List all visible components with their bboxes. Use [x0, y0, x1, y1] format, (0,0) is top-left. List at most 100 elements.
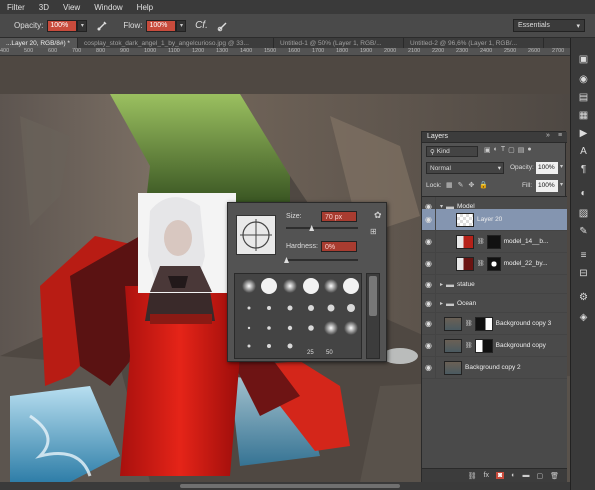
trash-icon[interactable]: 🗑: [550, 472, 559, 480]
info-icon[interactable]: ▤: [576, 90, 591, 105]
collapse-arrow-icon[interactable]: ▸: [440, 281, 443, 288]
filter-kind-label: Kind: [436, 148, 450, 155]
adjustment-filter-icon[interactable]: ◐: [494, 146, 498, 157]
airbrush-icon[interactable]: Cf.: [194, 19, 208, 33]
fill-field[interactable]: 100%: [536, 180, 558, 192]
fill-dropdown-icon[interactable]: ▾: [560, 181, 563, 188]
opacity-field[interactable]: 100%: [47, 19, 78, 32]
visibility-eye-icon[interactable]: ◉: [422, 253, 436, 274]
preset-scrollbar[interactable]: [366, 273, 380, 359]
paths-icon[interactable]: ≡: [576, 248, 591, 263]
lock-pixels-icon[interactable]: ✎: [458, 181, 464, 189]
tab-layer20[interactable]: ...Layer 20, RGB/8#) *: [0, 38, 78, 48]
play-actions-icon[interactable]: ▶: [576, 126, 591, 141]
layer-row-model22[interactable]: ◉ ⛓ model_22_by...: [422, 253, 567, 275]
tab-cosplay[interactable]: cosplay_stok_dark_angel_1_by_angelcurios…: [78, 38, 274, 48]
collapse-icon[interactable]: »: [546, 132, 550, 139]
visibility-eye-icon[interactable]: ◉: [422, 209, 436, 230]
pressure-opacity-icon[interactable]: [95, 19, 109, 33]
layer-row-bgcopy3[interactable]: ◉ ⛓ Background copy 3: [422, 313, 567, 335]
tool-presets-icon[interactable]: ⊟: [576, 266, 591, 281]
size-slider-track[interactable]: [286, 227, 358, 229]
layer-row-bgcopy[interactable]: ◉ ⛓ Background copy: [422, 335, 567, 357]
layer-row-bgcopy2[interactable]: ◉ Background copy 2: [422, 357, 567, 379]
styles-icon[interactable]: ✎: [576, 224, 591, 239]
menu-help[interactable]: Help: [130, 3, 160, 12]
clone-source-icon[interactable]: ⚙: [576, 290, 591, 305]
ruler-tick-label: 1500: [264, 48, 277, 54]
opacity-dropdown-icon[interactable]: ▾: [77, 19, 88, 32]
layer-thumbnail: [444, 316, 462, 331]
brush-presets-icon[interactable]: ▦: [576, 108, 591, 123]
scrollbar-thumb[interactable]: [180, 484, 400, 488]
layers-panel-icon[interactable]: ◈: [576, 310, 591, 325]
panel-menu-icon[interactable]: ≡: [558, 132, 562, 139]
shape-filter-icon[interactable]: ▢: [508, 146, 515, 157]
lock-position-icon[interactable]: ✥: [469, 181, 475, 189]
pixel-filter-icon[interactable]: ▣: [484, 146, 491, 157]
brush-preset-grid: 25 50: [234, 273, 362, 359]
hardness-field[interactable]: 0%: [321, 241, 357, 252]
ruler-tick-label: 1900: [360, 48, 373, 54]
visibility-eye-icon[interactable]: ◉: [422, 335, 436, 356]
layer-name: Layer 20: [477, 216, 503, 223]
new-layer-icon[interactable]: ▢: [536, 472, 543, 480]
new-group-icon[interactable]: ▬: [522, 472, 529, 479]
link-layers-icon[interactable]: ⛓: [468, 472, 477, 480]
layer-group-statue[interactable]: ◉ ▸ ▬ statue: [422, 275, 567, 294]
ruler-tick-label: 900: [120, 48, 130, 54]
menu-view[interactable]: View: [56, 3, 87, 12]
visibility-eye-icon[interactable]: ◉: [422, 313, 436, 334]
lock-transparency-icon[interactable]: ▦: [446, 181, 453, 189]
tab-untitled-2[interactable]: Untitled-2 @ 96,6% (Layer 1, RGB/...: [404, 38, 544, 48]
adjustment-layer-icon[interactable]: ◐: [511, 472, 515, 479]
brush-presets[interactable]: [235, 274, 363, 360]
flow-dropdown-icon[interactable]: ▾: [176, 19, 187, 32]
type-filter-icon[interactable]: T: [501, 146, 505, 157]
link-icon: ⛓: [477, 261, 485, 267]
new-preset-icon[interactable]: ⊞: [370, 227, 377, 236]
visibility-eye-icon[interactable]: ◉: [422, 231, 436, 252]
horizontal-scrollbar[interactable]: [0, 482, 570, 490]
layer-list: ◉ ▾ ▬ Model ◉ Layer 20 ◉ ⛓ model_14__b..…: [422, 196, 567, 476]
filter-kind-select[interactable]: ⚲ Kind: [426, 146, 478, 157]
pressure-size-icon[interactable]: [216, 19, 230, 33]
ruler-tick-label: 1800: [336, 48, 349, 54]
visibility-eye-icon[interactable]: ◉: [422, 294, 436, 312]
tab-untitled-1[interactable]: Untitled-1 @ 50% (Layer 1, RGB/...: [274, 38, 404, 48]
gear-icon[interactable]: ✿: [374, 210, 382, 221]
visibility-eye-icon[interactable]: ◉: [422, 275, 436, 293]
opacity-dropdown-icon[interactable]: ▾: [560, 163, 563, 170]
add-mask-icon[interactable]: ◙: [496, 472, 505, 479]
filter-toggle-icon[interactable]: ●: [527, 146, 531, 157]
brush-size-field[interactable]: 70 px: [321, 211, 357, 222]
character-icon[interactable]: A: [576, 144, 591, 159]
layers-tab[interactable]: Layers: [427, 133, 448, 140]
ruler-tick-label: 2000: [384, 48, 397, 54]
layer-group-ocean[interactable]: ◉ ▸ ▬ Ocean: [422, 294, 567, 313]
ruler-tick-label: 1000: [144, 48, 157, 54]
adjustments-icon[interactable]: ◐: [576, 186, 591, 201]
lock-all-icon[interactable]: 🔒: [479, 181, 488, 189]
smartobject-filter-icon[interactable]: ▤: [518, 146, 525, 157]
workspace-switcher[interactable]: Essentials ▾: [513, 19, 585, 32]
hardness-slider-track[interactable]: [286, 259, 358, 261]
menu-window[interactable]: Window: [87, 3, 129, 12]
layer-row-layer20[interactable]: ◉ Layer 20: [422, 209, 567, 231]
menu-filter[interactable]: Filter: [0, 3, 32, 12]
layer-opacity-field[interactable]: 100%: [536, 162, 558, 174]
brush-tip-preview[interactable]: [236, 215, 276, 255]
flow-field[interactable]: 100%: [146, 19, 177, 32]
preset-scroll-thumb[interactable]: [369, 276, 377, 316]
blend-mode-select[interactable]: Normal ▾: [426, 162, 504, 174]
collapse-arrow-icon[interactable]: ▸: [440, 300, 443, 307]
navigator-icon[interactable]: ◉: [576, 72, 591, 87]
paragraph-icon[interactable]: ¶: [576, 162, 591, 177]
history-icon[interactable]: ▣: [576, 52, 591, 67]
visibility-eye-icon[interactable]: ◉: [422, 357, 436, 378]
fx-icon[interactable]: fx: [484, 472, 489, 479]
color-swatches-icon[interactable]: ▨: [576, 206, 591, 221]
options-bar: Opacity: 100% ▾ Flow: 100% ▾ Cf.: [0, 14, 595, 38]
layer-row-model14[interactable]: ◉ ⛓ model_14__b...: [422, 231, 567, 253]
menu-3d[interactable]: 3D: [32, 3, 56, 12]
